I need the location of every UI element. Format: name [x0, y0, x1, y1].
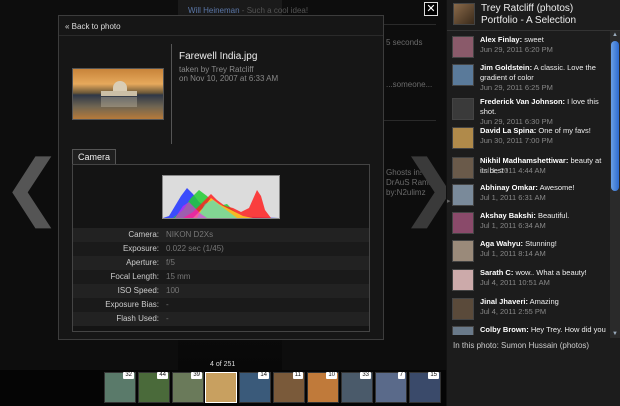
exif-row: Exposure: 0.022 sec (1/45): [73, 242, 369, 256]
divider: [171, 44, 172, 144]
filmstrip-frame-active[interactable]: [205, 372, 237, 403]
photo-counter: 4 of 251: [210, 361, 236, 368]
scroll-down-icon[interactable]: ▼: [611, 330, 619, 338]
avatar[interactable]: [452, 240, 474, 262]
filmstrip-frame[interactable]: 7: [375, 372, 407, 403]
camera-info: Camera: NIKON D2Xs Exposure: 0.022 sec (1/…: [72, 164, 370, 332]
comment-count-badge: 14: [258, 372, 269, 379]
chevron-left-icon[interactable]: ❮: [2, 150, 62, 222]
comments-scrollbar[interactable]: ▲ ▼: [610, 31, 620, 338]
avatar[interactable]: [452, 157, 474, 179]
exif-row: Flash Used: -: [73, 312, 369, 326]
panel-header: « Back to photo: [59, 16, 383, 36]
comment-count-badge: 10: [326, 372, 337, 379]
exif-row: Exposure Bias: -: [73, 298, 369, 312]
background-snippet: ...someone...: [386, 80, 433, 89]
photo-info-panel: « Back to photo Farewell India.jpg taken…: [58, 15, 384, 340]
chevron-right-icon[interactable]: ❯: [400, 150, 446, 222]
filmstrip-frame[interactable]: 10: [307, 372, 339, 403]
avatar[interactable]: [452, 298, 474, 320]
scrollbar-thumb[interactable]: [611, 41, 619, 191]
comment-count-badge: 7: [397, 372, 405, 379]
comments-sidebar: ▸ Trey Ratcliff (photos) Portfolio - A S…: [446, 0, 620, 406]
photo-thumbnail[interactable]: [72, 68, 164, 120]
background-comment: Will Heineman - Such a cool idea!: [188, 6, 309, 15]
comment-list: Alex Finlay: sweet Jun 29, 2011 6:20 PM …: [447, 33, 610, 335]
avatar[interactable]: [452, 127, 474, 149]
histogram: [162, 175, 280, 219]
exif-table: Camera: NIKON D2Xs Exposure: 0.022 sec (1/…: [73, 228, 369, 326]
avatar[interactable]: [452, 212, 474, 234]
divider: [447, 30, 620, 31]
comment-count-badge: 32: [123, 372, 134, 379]
filmstrip-frame[interactable]: 14: [239, 372, 271, 403]
background-snippet: 5 seconds: [386, 38, 423, 47]
avatar[interactable]: [453, 3, 475, 25]
avatar[interactable]: [452, 326, 474, 335]
exif-row: ISO Speed: 100: [73, 284, 369, 298]
avatar[interactable]: [452, 98, 474, 120]
filmstrip-frame[interactable]: 44: [138, 372, 170, 403]
avatar[interactable]: [452, 64, 474, 86]
exif-row: Camera: NIKON D2Xs: [73, 228, 369, 242]
back-to-photo-link[interactable]: « Back to photo: [65, 22, 121, 31]
comment-count-badge: 39: [191, 372, 202, 379]
people-in-photo: In this photo: Sumon Hussain (photos): [453, 341, 590, 350]
photo-title: Farewell India.jpg: [179, 51, 258, 62]
exif-row: Aperture: f/5: [73, 256, 369, 270]
filmstrip-frame[interactable]: 39: [172, 372, 204, 403]
filmstrip-frame[interactable]: 11: [273, 372, 305, 403]
photo-author: taken by Trey Ratcliff: [179, 65, 254, 74]
avatar[interactable]: [452, 36, 474, 58]
filmstrip-frame[interactable]: 32: [104, 372, 136, 403]
scroll-up-icon[interactable]: ▲: [611, 31, 619, 39]
set-name[interactable]: Portfolio - A Selection: [481, 15, 576, 26]
photo-date: on Nov 10, 2007 at 6:33 AM: [179, 74, 279, 83]
close-button[interactable]: ✕: [424, 2, 438, 16]
filmstrip-frame[interactable]: 33: [341, 372, 373, 403]
comment-count-badge: 11: [292, 372, 303, 379]
avatar[interactable]: [452, 269, 474, 291]
comment-count-badge: 15: [428, 372, 439, 379]
owner-name[interactable]: Trey Ratcliff (photos): [481, 3, 573, 14]
histogram-graph: [163, 188, 279, 218]
comment-count-badge: 44: [157, 372, 168, 379]
avatar[interactable]: [452, 184, 474, 206]
filmstrip: 32 44 39 14 11 10 33 7 15: [0, 370, 446, 406]
tab-camera[interactable]: Camera: [72, 149, 117, 164]
filmstrip-frame[interactable]: 15: [409, 372, 441, 403]
exif-row: Focal Length: 15 mm: [73, 270, 369, 284]
comment-count-badge: 33: [360, 372, 371, 379]
